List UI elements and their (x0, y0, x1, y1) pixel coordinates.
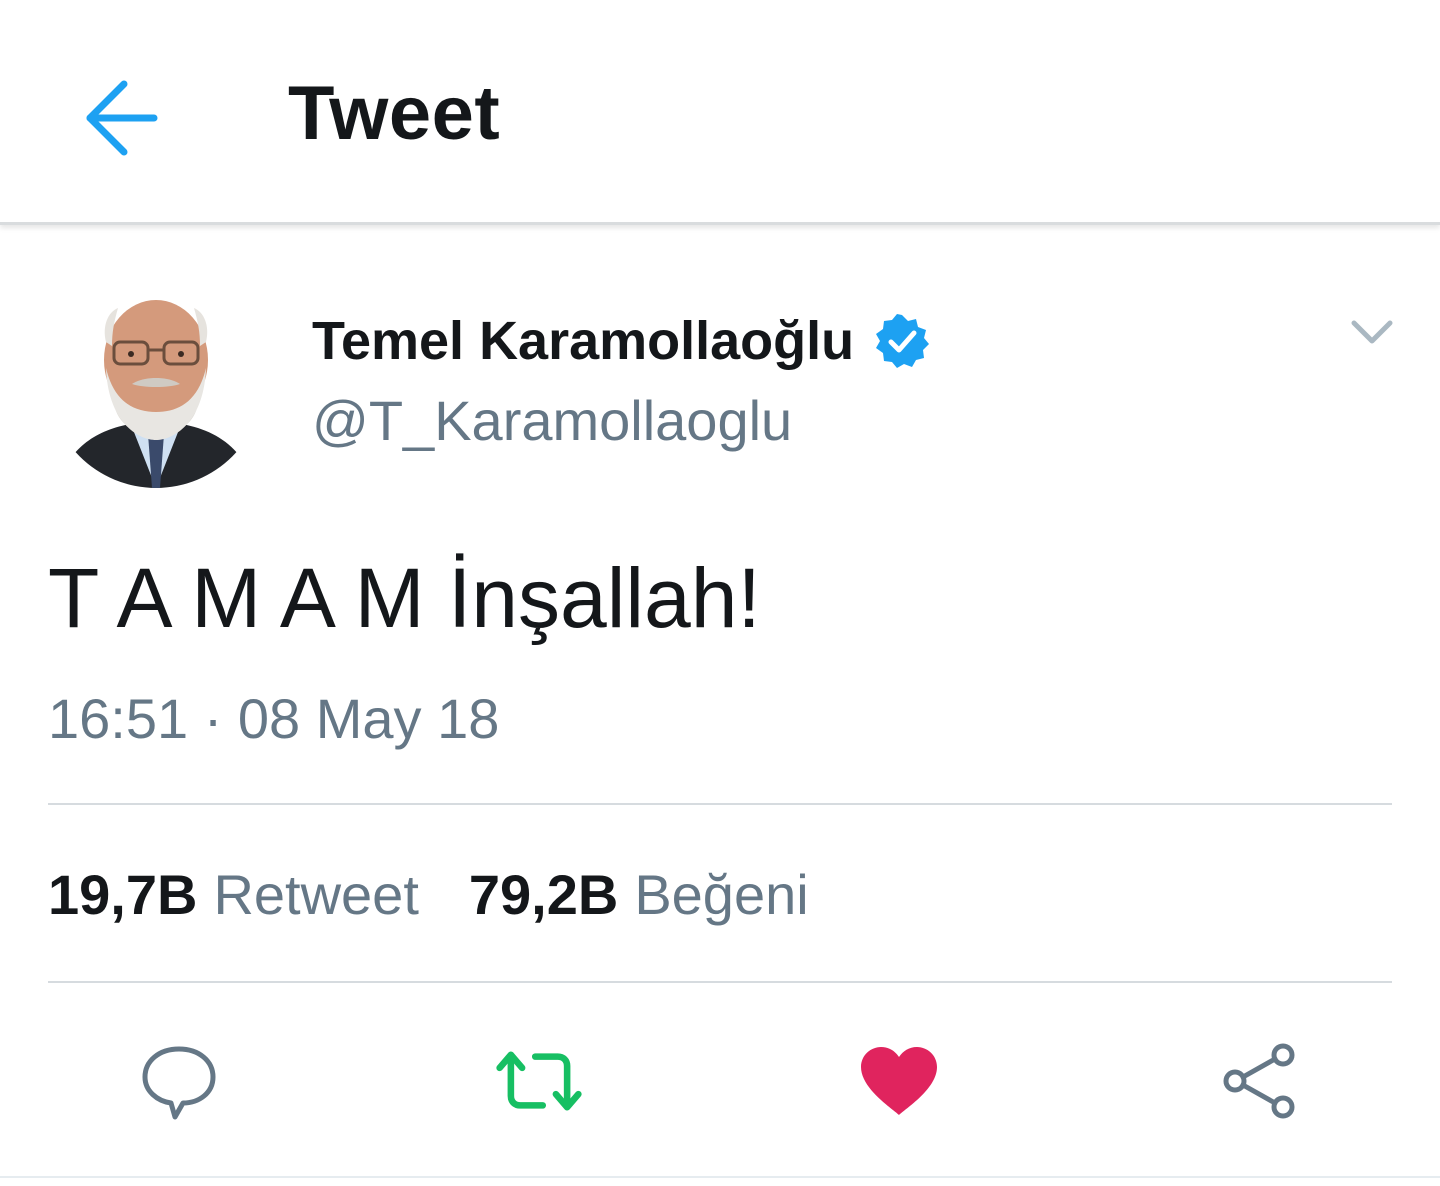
chevron-down-icon (1351, 320, 1393, 344)
bottom-divider (0, 1176, 1440, 1178)
like-count: 79,2B (468, 862, 619, 926)
reply-icon (142, 1046, 216, 1120)
tweet-stats: 19,7B Retweet 79,2B Beğeni (48, 856, 809, 932)
heart-icon (861, 1047, 937, 1115)
retweet-button[interactable] (494, 1036, 584, 1126)
retweet-stat[interactable]: 19,7B Retweet (48, 862, 419, 927)
divider (48, 981, 1392, 983)
back-button[interactable] (72, 72, 168, 164)
retweet-count: 19,7B (48, 862, 198, 926)
share-icon (1223, 1043, 1295, 1119)
like-stat[interactable]: 79,2B Beğeni (469, 862, 809, 927)
tweet-options-button[interactable] (1344, 304, 1400, 360)
tweet-text: T A M A M İnşallah! (48, 551, 761, 645)
share-button[interactable] (1214, 1036, 1304, 1126)
author-handle[interactable]: @T_Karamollaoglu (312, 386, 792, 456)
page-title: Tweet (288, 71, 501, 156)
reply-button[interactable] (134, 1036, 224, 1126)
like-label: Beğeni (634, 862, 809, 926)
author-name-row[interactable]: Temel Karamollaoğlu (312, 306, 930, 376)
author-display-name[interactable]: Temel Karamollaoğlu (312, 306, 854, 376)
arrow-left-icon (86, 80, 158, 156)
avatar[interactable] (48, 272, 264, 488)
retweet-label: Retweet (213, 862, 419, 926)
divider (48, 803, 1392, 805)
retweet-icon (496, 1051, 582, 1111)
verified-badge-icon (874, 313, 930, 369)
like-button[interactable] (854, 1036, 944, 1126)
tweet-timestamp[interactable]: 16:51 · 08 May 18 (48, 684, 499, 754)
top-app-bar: Tweet (0, 0, 1440, 225)
profile-photo (48, 272, 264, 488)
